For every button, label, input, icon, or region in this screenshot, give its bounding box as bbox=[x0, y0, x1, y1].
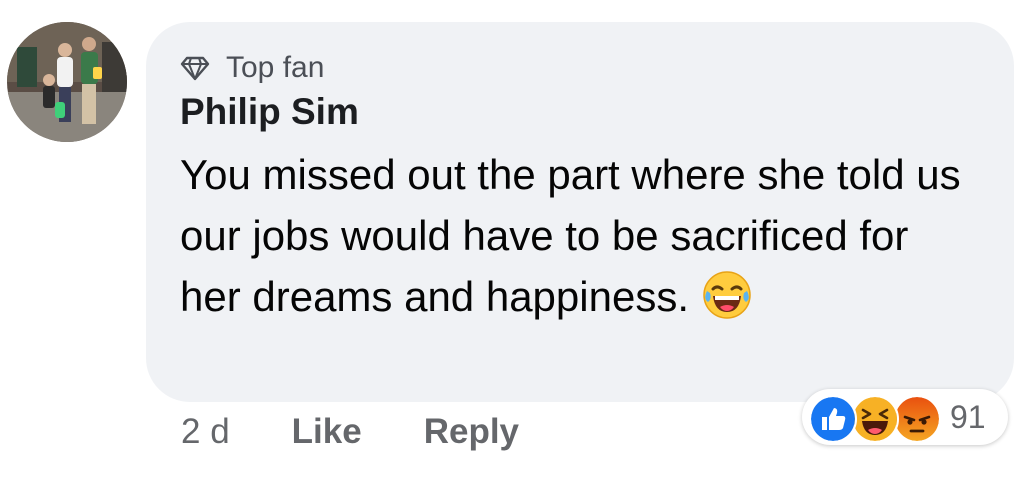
like-reaction-icon bbox=[809, 395, 857, 443]
comment-actions: 2 d Like Reply bbox=[181, 410, 581, 454]
avatar-photo bbox=[7, 22, 127, 142]
haha-reaction-icon bbox=[851, 395, 899, 443]
reactions-summary[interactable]: 91 bbox=[802, 389, 1008, 445]
laughing-tears-emoji-icon bbox=[703, 271, 751, 319]
reaction-count: 91 bbox=[950, 399, 986, 435]
like-button[interactable]: Like bbox=[292, 412, 362, 452]
diamond-icon bbox=[180, 56, 210, 81]
comment-timestamp[interactable]: 2 d bbox=[181, 412, 230, 452]
comment-body: You missed out the part where she told u… bbox=[180, 144, 980, 327]
author-name[interactable]: Philip Sim bbox=[180, 90, 359, 134]
reply-button[interactable]: Reply bbox=[424, 412, 519, 452]
badge-label: Top fan bbox=[226, 51, 325, 84]
top-fan-badge[interactable]: Top fan bbox=[180, 50, 324, 86]
comment-thread: Top fan Philip Sim You missed out the pa… bbox=[0, 0, 1027, 484]
avatar[interactable] bbox=[7, 22, 127, 142]
comment-bubble: Top fan Philip Sim You missed out the pa… bbox=[146, 22, 1014, 402]
comment-text: You missed out the part where she told u… bbox=[180, 151, 961, 320]
angry-reaction-icon bbox=[893, 395, 941, 443]
